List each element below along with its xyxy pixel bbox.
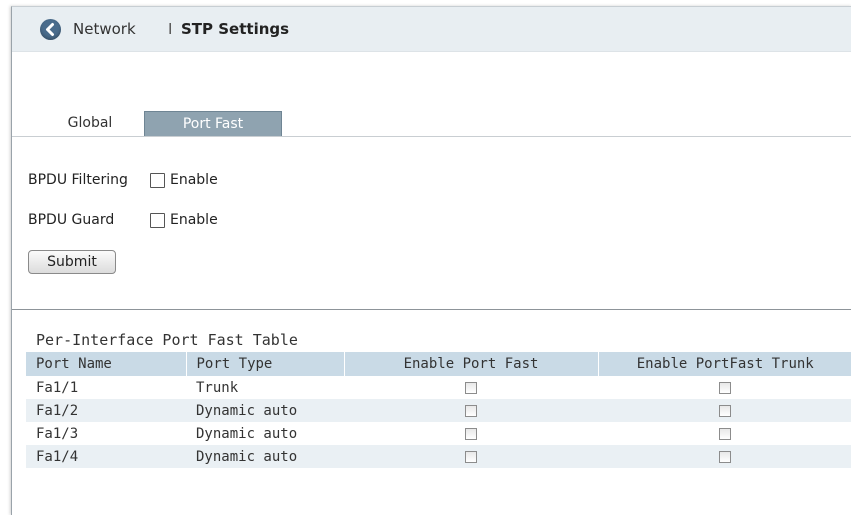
port-type-cell: Trunk xyxy=(196,379,239,396)
port-fast-cell xyxy=(344,399,598,422)
port-name-cell: Fa1/1 xyxy=(36,379,79,396)
table-header-row: Port Name Port Type Enable Port Fast Ena… xyxy=(26,352,851,376)
breadcrumb-separator: I xyxy=(168,20,173,38)
table-title: Per-Interface Port Fast Table xyxy=(36,331,298,349)
portfast-trunk-cell xyxy=(598,399,851,422)
port-type-cell: Dynamic auto xyxy=(196,402,298,419)
stp-settings-panel: Network I STP Settings Global Port Fast … xyxy=(11,6,851,515)
port-type-cell: Dynamic auto xyxy=(196,448,298,465)
portfast-trunk-cell xyxy=(598,376,851,399)
column-header-enable-port-fast: Enable Port Fast xyxy=(343,352,598,376)
port-fast-cell xyxy=(344,445,598,468)
port-fast-checkbox[interactable] xyxy=(465,450,477,463)
tab-global[interactable]: Global xyxy=(55,111,125,135)
portfast-trunk-checkbox[interactable] xyxy=(719,381,731,394)
bpdu-guard-enable-label[interactable]: Enable xyxy=(170,212,218,228)
table-row: Fa1/2 Dynamic auto xyxy=(26,399,851,422)
tab-divider xyxy=(12,136,851,137)
bpdu-filtering-label: BPDU Filtering xyxy=(28,172,128,188)
portfast-trunk-cell xyxy=(598,422,851,445)
portfast-trunk-checkbox[interactable] xyxy=(719,450,731,463)
portfast-trunk-checkbox[interactable] xyxy=(719,404,731,417)
portfast-trunk-checkbox[interactable] xyxy=(719,427,731,440)
column-header-enable-portfast-trunk: Enable PortFast Trunk xyxy=(597,352,851,376)
table-row: Fa1/1 Trunk xyxy=(26,376,851,399)
port-name-cell: Fa1/3 xyxy=(36,425,79,442)
table-row: Fa1/3 Dynamic auto xyxy=(26,422,851,445)
column-header-port-type: Port Type xyxy=(185,352,344,376)
section-divider xyxy=(12,309,851,310)
tab-port-fast[interactable]: Port Fast xyxy=(144,111,282,136)
bpdu-guard-checkbox[interactable] xyxy=(150,213,165,228)
port-fast-checkbox[interactable] xyxy=(465,404,477,417)
port-fast-checkbox[interactable] xyxy=(465,427,477,440)
bpdu-guard-label: BPDU Guard xyxy=(28,212,115,228)
port-name-cell: Fa1/4 xyxy=(36,448,79,465)
bpdu-filtering-checkbox[interactable] xyxy=(150,173,165,188)
table-row: Fa1/4 Dynamic auto xyxy=(26,445,851,468)
back-arrow-icon[interactable] xyxy=(40,19,61,40)
port-fast-table: Port Name Port Type Enable Port Fast Ena… xyxy=(26,352,851,468)
submit-button[interactable]: Submit xyxy=(28,250,116,274)
page-header: Network I STP Settings xyxy=(12,7,851,52)
column-header-port-name: Port Name xyxy=(36,356,112,372)
port-type-cell: Dynamic auto xyxy=(196,425,298,442)
port-fast-checkbox[interactable] xyxy=(465,381,477,394)
port-fast-cell xyxy=(344,422,598,445)
breadcrumb-network[interactable]: Network xyxy=(73,20,136,38)
port-fast-cell xyxy=(344,376,598,399)
portfast-trunk-cell xyxy=(598,445,851,468)
page-title: STP Settings xyxy=(181,20,290,38)
bpdu-filtering-enable-label[interactable]: Enable xyxy=(170,172,218,188)
port-name-cell: Fa1/2 xyxy=(36,402,79,419)
